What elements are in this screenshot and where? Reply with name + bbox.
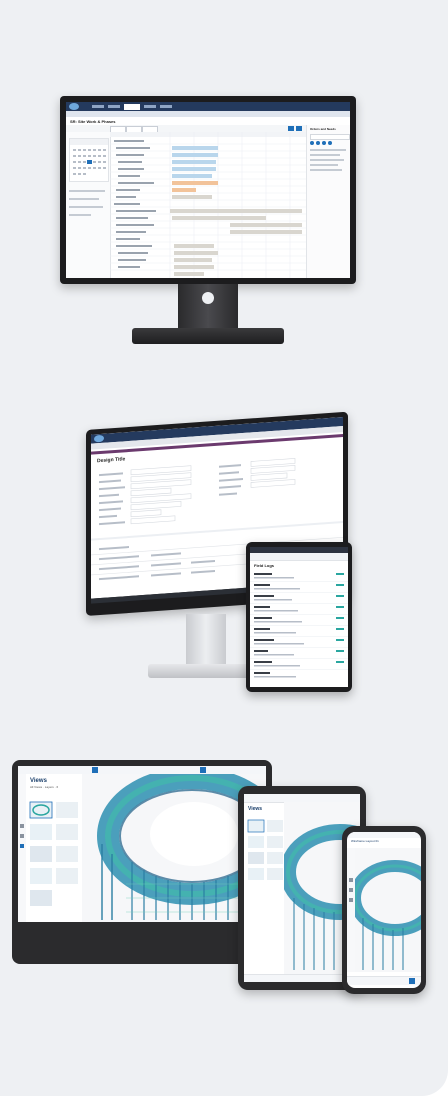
tablet-views-title: Views xyxy=(248,806,263,812)
rail-icon[interactable] xyxy=(349,888,353,892)
phone-bottom-toolbar xyxy=(347,976,421,985)
phone-model-viewport[interactable] xyxy=(355,848,421,972)
blue-tool-button[interactable] xyxy=(200,767,206,773)
nav-tab-4[interactable] xyxy=(144,105,156,108)
sidebar-filter-2[interactable] xyxy=(69,198,99,200)
mini-calendar[interactable] xyxy=(69,138,109,182)
rail-icon[interactable] xyxy=(20,834,24,838)
pane-action-icon[interactable] xyxy=(316,141,320,145)
viewer-monitor: Views All Views · Layers · 6 xyxy=(12,760,272,964)
blue-tool-button[interactable] xyxy=(92,767,98,773)
pane-search-input[interactable] xyxy=(310,134,350,140)
add-button[interactable] xyxy=(288,126,294,131)
form-title: Design Title xyxy=(97,456,126,465)
nav-tab-2[interactable] xyxy=(108,105,120,108)
tablet-thumbnails xyxy=(247,819,283,880)
gantt-area xyxy=(110,132,306,278)
pane-item[interactable] xyxy=(310,169,342,171)
sidebar-filter-1[interactable] xyxy=(69,190,105,192)
field-logs-title: Field Logs xyxy=(254,563,274,568)
pane-item[interactable] xyxy=(310,154,340,156)
tablet-tab-bar xyxy=(250,553,348,561)
filter-button[interactable] xyxy=(296,126,302,131)
imac-device: Design Title Field Logs xyxy=(86,411,352,692)
calendar-grid xyxy=(70,139,108,175)
tablet-screen: Field Logs xyxy=(250,547,348,687)
pane-action-icon[interactable] xyxy=(310,141,314,145)
pane-action-icon[interactable] xyxy=(322,141,326,145)
rail-icon[interactable] xyxy=(349,878,353,882)
view-thumbnails xyxy=(29,801,78,906)
orders-pane-title: Orders and Needs xyxy=(310,127,336,131)
rail-icon[interactable] xyxy=(349,898,353,902)
monitor-stand-neck xyxy=(178,284,238,330)
left-sidebar xyxy=(66,132,111,278)
app-logo-icon xyxy=(69,103,79,110)
phone-header: Wireframe Layout 01 xyxy=(351,840,379,843)
monitor-stand-base xyxy=(132,328,284,344)
monitor-stand-hole xyxy=(202,292,214,304)
field-log-list xyxy=(250,573,348,678)
nav-tab-5[interactable] xyxy=(160,105,172,108)
viewer-phone-screen: Wireframe Layout 01 xyxy=(347,832,421,988)
sidebar-filter-4[interactable] xyxy=(69,214,91,216)
page-title: SR: Site Work & Phases xyxy=(70,119,116,124)
pane-item[interactable] xyxy=(310,149,346,151)
scheduler-screen: SR: Site Work & Phases Orders and Needs xyxy=(66,102,350,278)
pane-item[interactable] xyxy=(310,164,338,166)
viewer-phone: Wireframe Layout 01 xyxy=(342,826,426,994)
app-sub-nav xyxy=(66,111,350,117)
views-title: Views xyxy=(30,778,47,784)
gantt-chart xyxy=(110,132,306,278)
sidebar-filter-3[interactable] xyxy=(69,206,103,208)
views-panel: Views All Views · Layers · 6 xyxy=(26,774,83,922)
viewer-screen: Views All Views · Layers · 6 xyxy=(18,766,266,922)
pane-action-icon[interactable] xyxy=(328,141,332,145)
nav-tab-1[interactable] xyxy=(92,105,104,108)
rail-icon[interactable] xyxy=(20,824,24,828)
app-logo-icon xyxy=(94,434,104,443)
pane-item[interactable] xyxy=(310,159,344,161)
tablet-device: Field Logs xyxy=(246,542,352,692)
phone-status-bar xyxy=(347,832,421,838)
phone-tool-button[interactable] xyxy=(409,978,415,984)
nav-tab-3[interactable] xyxy=(124,104,140,110)
orders-pane: Orders and Needs xyxy=(306,125,350,278)
app-top-nav xyxy=(66,102,350,111)
views-subtitle: All Views · Layers · 6 xyxy=(30,786,59,789)
desktop-monitor: SR: Site Work & Phases Orders and Needs xyxy=(60,96,360,360)
imac-stand-neck xyxy=(186,614,226,668)
responsive-devices: Views All Views · Layers · 6 Views Wiref… xyxy=(12,760,436,996)
pane-icon-row xyxy=(310,141,348,145)
rail-icon[interactable] xyxy=(20,844,24,848)
